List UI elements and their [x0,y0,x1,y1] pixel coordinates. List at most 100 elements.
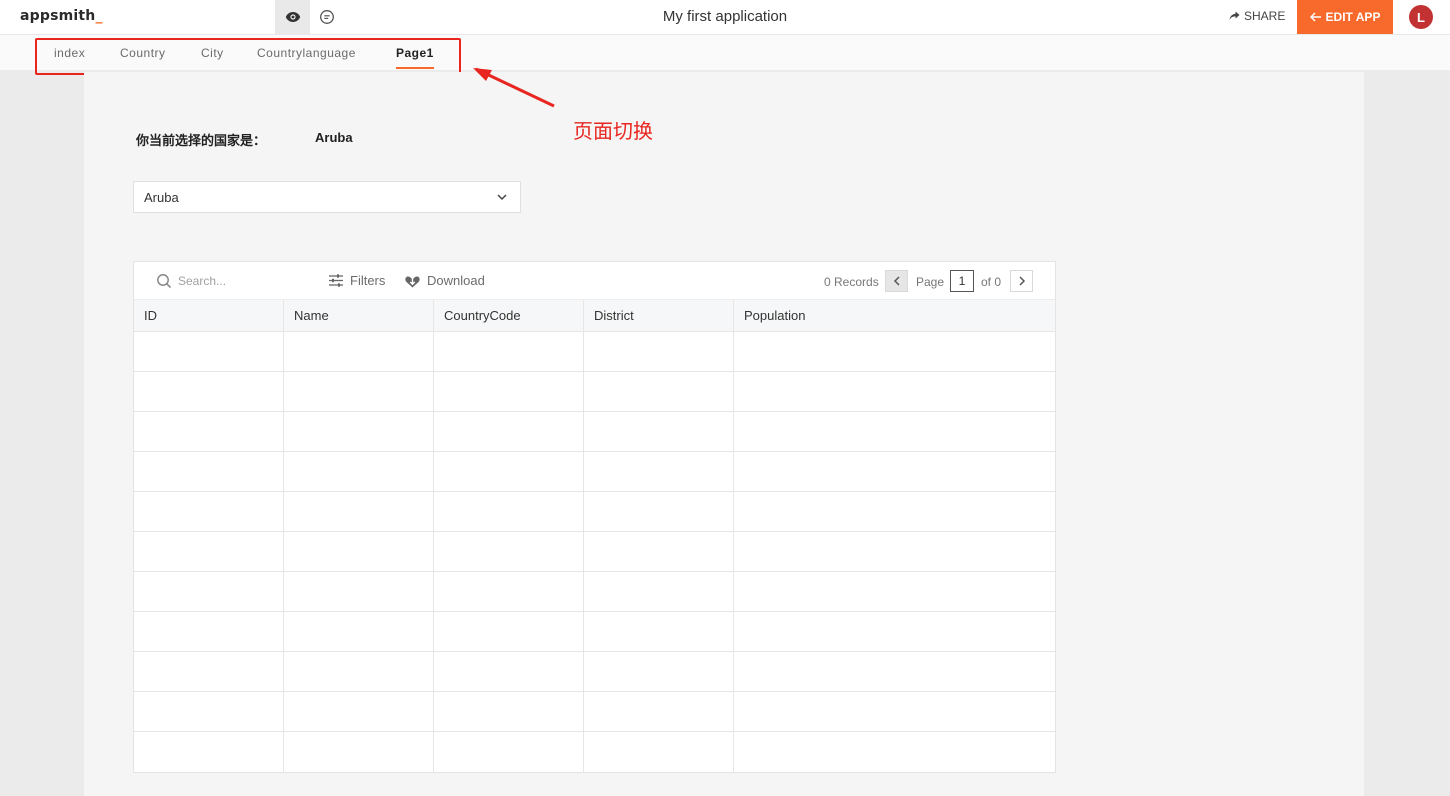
table-cell [734,652,1055,692]
filters-button[interactable]: Filters [328,273,385,288]
table-cell [584,532,734,572]
table-cell [284,692,434,732]
table-cell [134,692,284,732]
chevron-left-icon [893,276,900,286]
page-total: of 0 [981,275,1002,289]
table-cell [734,492,1055,532]
table-cell [134,532,284,572]
view-mode-button[interactable] [275,0,310,34]
table-cell [734,332,1055,372]
table-cell [434,732,584,772]
column-header-countrycode[interactable]: CountryCode [434,300,584,332]
table-cell [284,572,434,612]
chevron-right-icon [1018,276,1025,286]
prev-page-button[interactable] [885,270,908,292]
table-row [134,492,1055,532]
app-title: My first application [662,8,788,25]
table-cell [284,372,434,412]
table-cell [134,332,284,372]
next-page-button[interactable] [1010,270,1033,292]
table-cell [434,492,584,532]
eye-icon [285,12,300,22]
comment-mode-button[interactable] [313,0,341,34]
table-cell [284,612,434,652]
annotation-highlight-box [35,38,461,75]
dropdown-value: Aruba [144,189,179,205]
table-cell [584,372,734,412]
table-cell [434,372,584,412]
arrow-left-icon [1309,12,1321,22]
table-cell [434,452,584,492]
table-toolbar: Search... Filters Download 0 Records Pag… [134,262,1055,300]
table-row [134,692,1055,732]
table-cell [584,332,734,372]
column-header-id[interactable]: ID [134,300,284,332]
table-cell [434,532,584,572]
download-button[interactable]: Download [404,273,485,288]
table-cell [734,732,1055,772]
search-icon [157,274,172,289]
table-cell [134,572,284,612]
comment-icon [320,10,334,24]
table-cell [134,372,284,412]
share-button[interactable]: SHARE [1229,9,1285,23]
table-row [134,452,1055,492]
table-cell [584,692,734,732]
column-header-name[interactable]: Name [284,300,434,332]
table-cell [284,652,434,692]
table-cell [134,452,284,492]
table-cell [584,452,734,492]
table-cell [284,492,434,532]
table-cell [284,732,434,772]
table-cell [734,412,1055,452]
share-arrow-icon [1229,11,1240,20]
country-dropdown[interactable]: Aruba [133,181,521,213]
table-cell [734,532,1055,572]
appsmith-logo[interactable]: appsmith_ [20,8,103,24]
table-row [134,532,1055,572]
table-row [134,732,1055,772]
page-number-input[interactable]: 1 [950,270,974,292]
table-cell [434,612,584,652]
table-header: ID Name CountryCode District Population [134,300,1055,332]
search-input[interactable]: Search... [178,274,226,288]
table-cell [134,732,284,772]
selected-country-label: 你当前选择的国家是： [136,133,267,148]
table-cell [434,692,584,732]
table-cell [134,612,284,652]
table-cell [584,492,734,532]
column-header-district[interactable]: District [584,300,734,332]
table-cell [584,572,734,612]
table-row [134,412,1055,452]
table-cell [584,612,734,652]
table-cell [584,732,734,772]
table-cell [284,412,434,452]
table-cell [134,492,284,532]
page-label: Page [916,275,945,289]
download-icon [405,276,420,287]
filter-sliders-icon [329,274,343,287]
table-cell [134,412,284,452]
data-table: Search... Filters Download 0 Records Pag… [133,261,1056,773]
app-header: appsmith_ My first application SHARE EDI… [0,0,1450,35]
table-cell [734,572,1055,612]
table-cell [734,692,1055,732]
table-cell [284,532,434,572]
table-row [134,612,1055,652]
edit-app-button[interactable]: EDIT APP [1297,0,1393,34]
table-cell [734,372,1055,412]
table-cell [284,332,434,372]
table-row [134,332,1055,372]
annotation-label: 页面切换 [573,119,653,143]
table-search[interactable]: Search... [156,273,226,289]
column-header-population[interactable]: Population [734,300,1055,332]
user-avatar[interactable]: L [1409,5,1433,29]
table-cell [284,452,434,492]
table-cell [584,412,734,452]
table-cell [434,572,584,612]
selected-country-value: Aruba [315,130,353,145]
table-cell [434,652,584,692]
table-cell [434,412,584,452]
annotation-arrow [473,67,555,108]
records-count: 0 Records [824,275,879,289]
